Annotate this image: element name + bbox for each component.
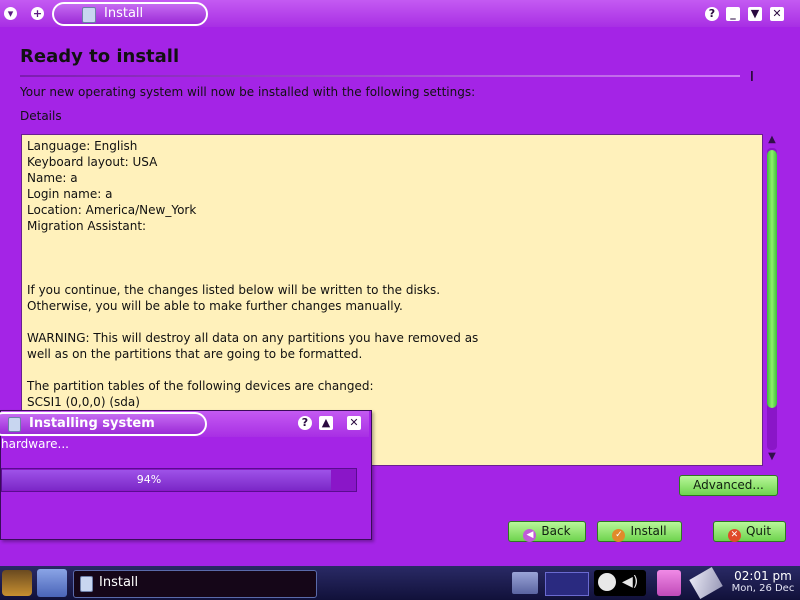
clock-time: 02:01 pm [734, 569, 792, 583]
battery-icon[interactable] [598, 573, 616, 591]
dialog-shade-button[interactable]: ▲ [319, 416, 333, 430]
details-line: If you continue, the changes listed belo… [27, 283, 441, 297]
installer-icon [8, 417, 21, 432]
folder-icon[interactable] [37, 569, 67, 597]
taskbar-task-install[interactable]: Install [73, 570, 317, 598]
workspace-switcher-icon[interactable] [512, 572, 538, 594]
scrollbar-thumb[interactable] [767, 150, 777, 408]
window-title: Install [104, 6, 144, 21]
advanced-button[interactable]: Advanced... [679, 475, 778, 496]
details-line: SCSI1 (0,0,0) (sda) [27, 395, 140, 409]
details-line: Language: English [27, 139, 138, 153]
back-button-label: Back [541, 524, 571, 538]
window-titlebar[interactable]: ▾ + Install ? _ ▼ ✕ [0, 0, 800, 27]
clock[interactable]: 02:01 pm Mon, 26 Dec [726, 569, 800, 594]
usb-icon[interactable] [689, 566, 723, 600]
details-line: Login name: a [27, 187, 113, 201]
add-icon[interactable]: + [31, 7, 44, 20]
install-button-label: Install [630, 524, 667, 538]
details-label: Details [20, 109, 62, 123]
dialog-title: Installing system [29, 416, 155, 431]
window-menu-icon[interactable]: ▾ [4, 7, 17, 20]
details-line: Keyboard layout: USA [27, 155, 158, 169]
details-scrollbar[interactable]: ▲ ▼ [764, 134, 780, 464]
install-progress-bar: 94% [1, 468, 357, 492]
dialog-status-text: hardware... [1, 437, 69, 451]
shade-button[interactable]: ▼ [748, 7, 762, 21]
dialog-help-button[interactable]: ? [298, 416, 312, 430]
details-line: Migration Assistant: [27, 219, 147, 233]
intro-text: Your new operating system will now be in… [20, 85, 476, 99]
quit-button-label: Quit [745, 524, 772, 538]
start-logo-icon[interactable] [2, 570, 32, 596]
details-line: The partition tables of the following de… [27, 379, 374, 393]
back-arrow-icon: ◀ [523, 529, 537, 542]
scroll-down-icon[interactable]: ▼ [766, 451, 778, 463]
check-icon: ✓ [612, 529, 626, 542]
clipboard-icon[interactable] [657, 570, 681, 596]
quit-button[interactable]: ✕ Quit [713, 521, 786, 542]
details-line: Otherwise, you will be able to make furt… [27, 299, 403, 313]
installer-icon [82, 7, 96, 23]
details-line: WARNING: This will destroy all data on a… [27, 331, 479, 345]
dialog-title-pill: Installing system [0, 412, 207, 436]
taskbar: Install ◀) 02:01 pm Mon, 26 Dec [0, 566, 800, 600]
window-title-pill: Install [52, 2, 208, 26]
heading-divider [20, 75, 740, 77]
quit-icon: ✕ [727, 529, 741, 542]
network-icon[interactable] [545, 572, 589, 596]
taskbar-task-label: Install [99, 575, 139, 590]
back-button[interactable]: ◀ Back [508, 521, 586, 542]
scrollbar-track[interactable] [767, 148, 777, 450]
tray-panel: ◀) [594, 570, 646, 596]
minimize-button[interactable]: _ [726, 7, 740, 21]
dialog-titlebar[interactable]: Installing system ? ▲ ✕ [0, 411, 369, 437]
dialog-close-button[interactable]: ✕ [347, 416, 361, 430]
installing-dialog[interactable]: Installing system ? ▲ ✕ hardware... 94% [0, 410, 372, 540]
volume-icon[interactable]: ◀) [622, 573, 642, 591]
details-line: well as on the partitions that are going… [27, 347, 363, 361]
installer-icon [80, 576, 93, 592]
scroll-up-icon[interactable]: ▲ [766, 134, 778, 146]
progress-label: 94% [136, 473, 162, 486]
close-button[interactable]: ✕ [770, 7, 784, 21]
clock-date: Mon, 26 Dec [731, 583, 795, 594]
help-button[interactable]: ? [705, 7, 719, 21]
details-line: Location: America/New_York [27, 203, 197, 217]
text-cursor-icon: I [750, 70, 754, 85]
page-title: Ready to install [20, 46, 180, 67]
details-line: Name: a [27, 171, 78, 185]
install-button[interactable]: ✓ Install [597, 521, 682, 542]
